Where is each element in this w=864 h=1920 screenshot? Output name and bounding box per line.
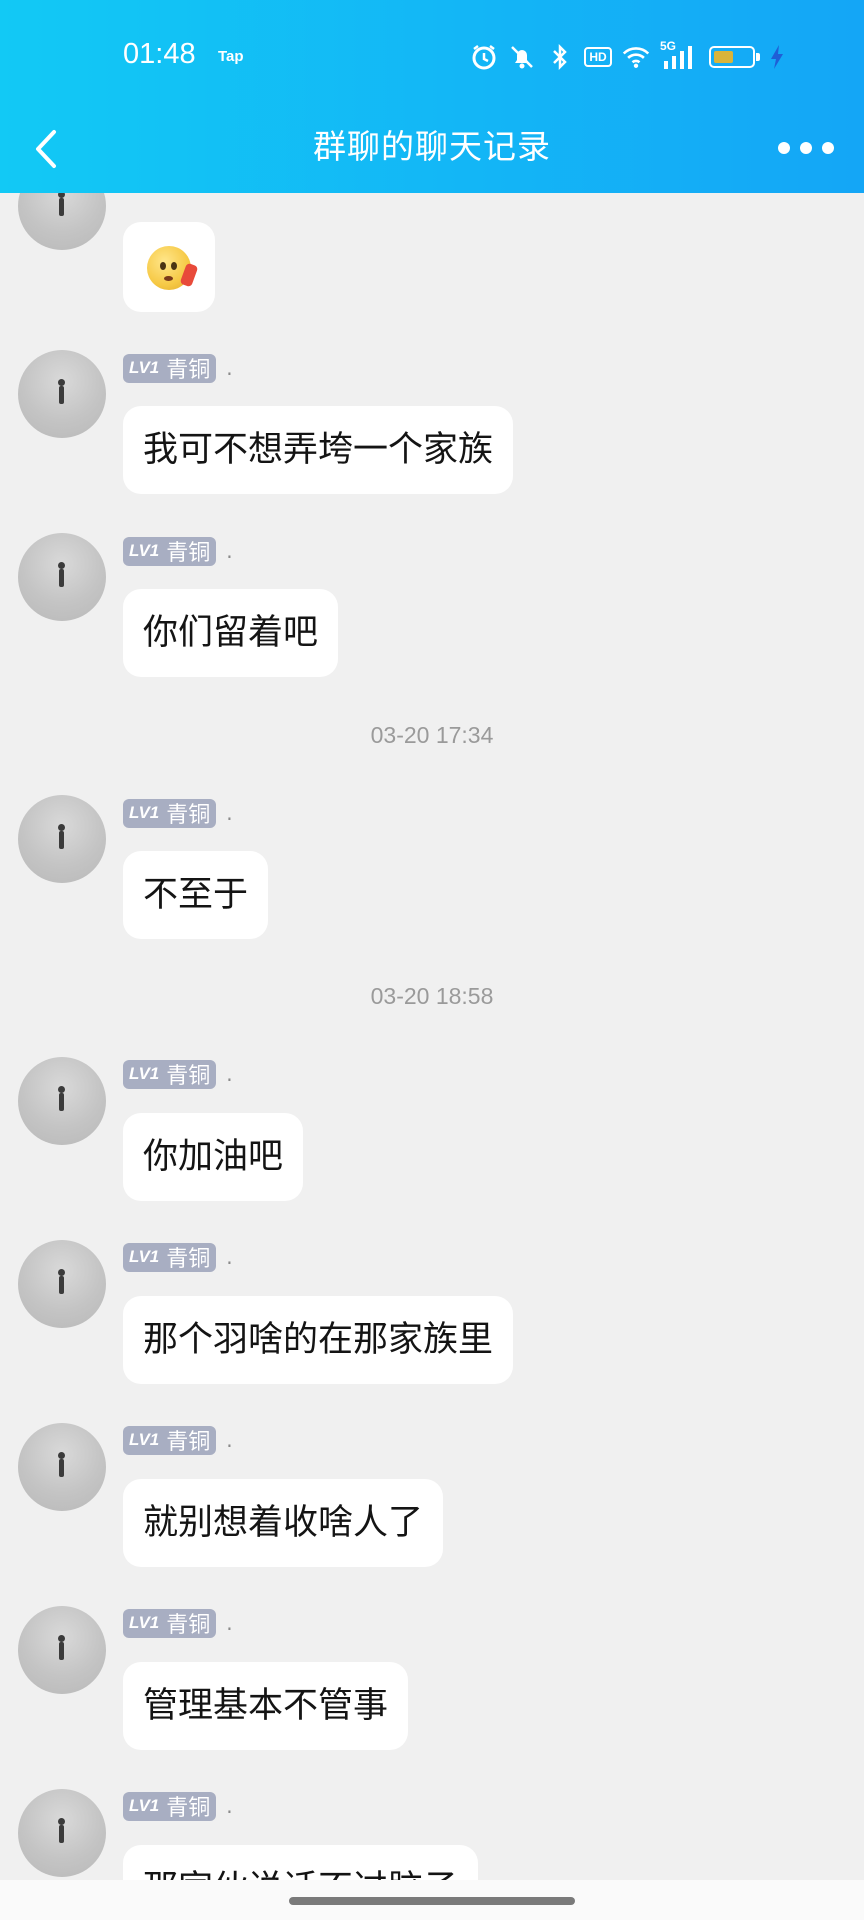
avatar[interactable] <box>18 533 106 621</box>
sender-nickname[interactable]: . <box>226 356 232 380</box>
message-bubble[interactable]: 管理基本不管事 <box>123 1662 409 1750</box>
alarm-icon <box>470 43 498 71</box>
avatar[interactable] <box>18 1057 106 1145</box>
gesture-area <box>0 1880 864 1920</box>
sender-nickname[interactable]: . <box>226 1245 232 1269</box>
hd-icon: HD <box>584 43 612 71</box>
message-bubble[interactable]: 那个羽啥的在那家族里 <box>123 1296 514 1384</box>
mute-icon <box>508 43 536 71</box>
avatar[interactable] <box>18 1606 106 1694</box>
message-bubble[interactable]: 我可不想弄垮一个家族 <box>123 406 514 494</box>
message-timestamp: 03-20 18:58 <box>370 983 494 1009</box>
message-bubble[interactable] <box>123 222 215 312</box>
sender-nickname[interactable]: . <box>226 1611 232 1635</box>
avatar[interactable] <box>18 1789 106 1877</box>
message-bubble[interactable]: 就别想着收啥人了 <box>123 1479 444 1567</box>
level-badge: LV1 青铜 <box>123 353 217 383</box>
sender-nickname[interactable]: . <box>226 1062 232 1086</box>
level-badge: LV1 青铜 <box>123 1059 217 1089</box>
sender-info: LV1 青铜 . <box>123 1791 233 1821</box>
message-bubble[interactable]: 你们留着吧 <box>123 589 339 677</box>
message-timestamp: 03-20 17:34 <box>370 722 494 748</box>
sender-info: LV1 青铜 . <box>123 1059 233 1089</box>
signal-icon: 5G <box>660 39 696 71</box>
home-indicator[interactable] <box>289 1897 575 1905</box>
more-button[interactable] <box>778 128 834 168</box>
sender-info: LV1 青铜 . <box>123 1242 233 1272</box>
avatar[interactable] <box>18 350 106 438</box>
bluetooth-icon <box>546 43 574 71</box>
sender-nickname[interactable]: . <box>226 1794 232 1818</box>
level-badge: LV1 青铜 <box>123 1425 217 1455</box>
sender-nickname[interactable]: . <box>226 1428 232 1452</box>
charging-icon <box>768 43 786 71</box>
message-bubble[interactable]: 那家伙说话不过脑子 <box>123 1845 479 1880</box>
avatar[interactable] <box>18 795 106 883</box>
wifi-icon <box>622 43 650 71</box>
page-title: 群聊的聊天记录 <box>313 127 551 166</box>
status-bar: 01:48 Tap HD 5G <box>0 0 864 110</box>
message-bubble[interactable]: 不至于 <box>123 851 269 939</box>
level-badge: LV1 青铜 <box>123 1242 217 1272</box>
avatar[interactable] <box>18 1240 106 1328</box>
blush-emoji-icon <box>147 246 199 290</box>
level-badge: LV1 青铜 <box>123 798 217 828</box>
battery-icon <box>706 43 760 71</box>
chat-history-list[interactable]: LV1 青铜 . 我可不想弄垮一个家族 LV1 青铜 . 你们留着吧 03-20… <box>0 0 864 1880</box>
more-dots-icon <box>778 142 790 154</box>
level-badge: LV1 青铜 <box>123 536 217 566</box>
level-badge: LV1 青铜 <box>123 1791 217 1821</box>
avatar[interactable] <box>18 1423 106 1511</box>
app-header: 01:48 Tap HD 5G 群聊的聊天记录 <box>0 0 864 193</box>
nav-bar: 群聊的聊天记录 <box>0 110 864 193</box>
message-bubble[interactable]: 你加油吧 <box>123 1113 304 1201</box>
sender-info: LV1 青铜 . <box>123 353 233 383</box>
sender-info: LV1 青铜 . <box>123 798 233 828</box>
status-time: 01:48 <box>123 38 196 70</box>
sender-info: LV1 青铜 . <box>123 1425 233 1455</box>
sender-info: LV1 青铜 . <box>123 536 233 566</box>
level-badge: LV1 青铜 <box>123 1608 217 1638</box>
sender-nickname[interactable]: . <box>226 539 232 563</box>
app-indicator: Tap <box>218 48 244 65</box>
sender-info: LV1 青铜 . <box>123 1608 233 1638</box>
status-icons: HD 5G <box>470 39 786 72</box>
sender-nickname[interactable]: . <box>226 801 232 825</box>
